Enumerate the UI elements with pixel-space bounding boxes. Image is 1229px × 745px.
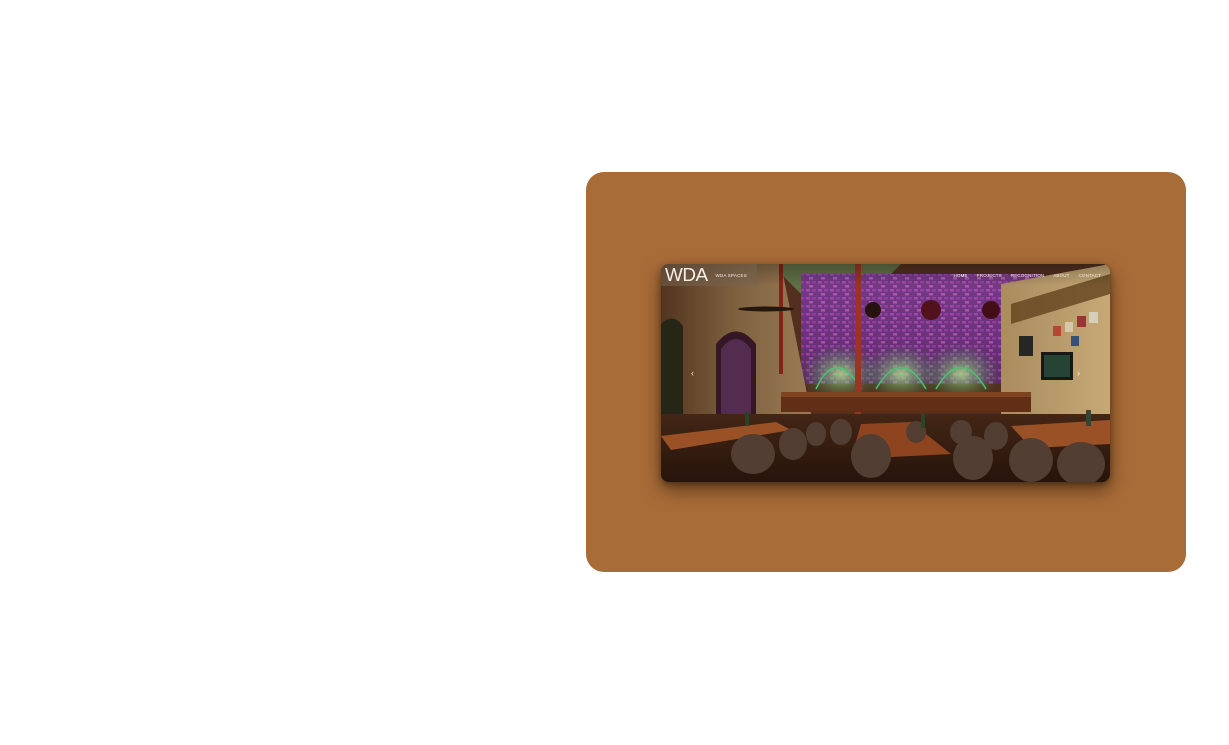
page: WDA WDA SPACES HOME PROJECTS RECOGNITION…: [0, 0, 1229, 745]
showcase-card: WDA WDA SPACES HOME PROJECTS RECOGNITION…: [586, 172, 1186, 572]
site-navbar: WDA WDA SPACES HOME PROJECTS RECOGNITION…: [661, 264, 1110, 286]
brand-name[interactable]: WDA SPACES: [716, 273, 747, 278]
nav-item-home[interactable]: HOME: [954, 273, 968, 278]
nav-links: HOME PROJECTS RECOGNITION ABOUT CONTACT: [954, 273, 1110, 278]
brand[interactable]: WDA WDA SPACES: [661, 264, 757, 286]
nav-item-about[interactable]: ABOUT: [1053, 273, 1069, 278]
website-preview: WDA WDA SPACES HOME PROJECTS RECOGNITION…: [661, 264, 1110, 482]
restaurant-hero-image: [661, 264, 1110, 482]
nav-item-projects[interactable]: PROJECTS: [977, 273, 1002, 278]
nav-item-recognition[interactable]: RECOGNITION: [1011, 273, 1044, 278]
carousel-next-icon[interactable]: ›: [1077, 368, 1080, 378]
carousel-prev-icon[interactable]: ‹: [691, 368, 694, 378]
nav-item-contact[interactable]: CONTACT: [1079, 273, 1101, 278]
wda-logo[interactable]: WDA: [665, 264, 708, 286]
